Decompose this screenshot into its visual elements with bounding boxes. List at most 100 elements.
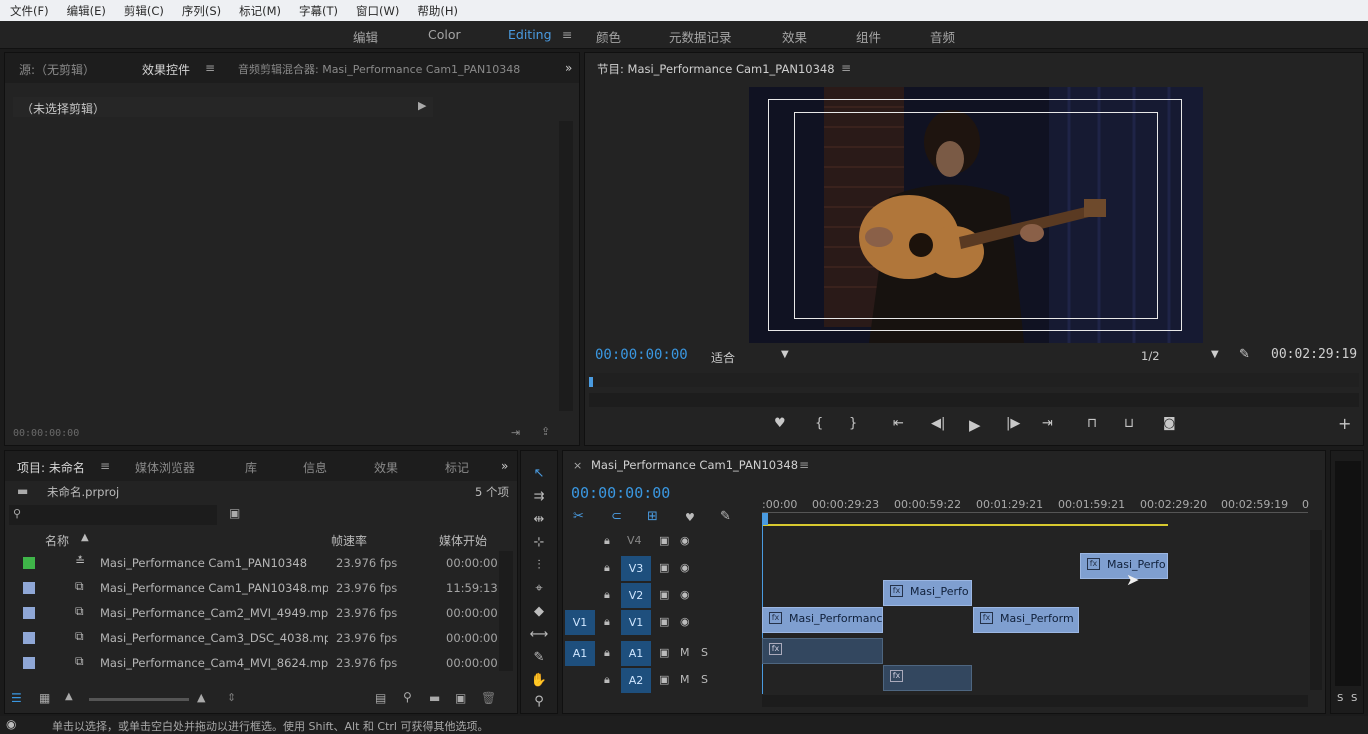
eye-icon[interactable]: ◉ <box>680 561 690 574</box>
tab-markers[interactable]: 标记 <box>445 459 469 476</box>
go-to-out-icon[interactable]: ⇥ <box>1042 416 1053 431</box>
workspace-effects[interactable]: 效果 <box>782 27 807 46</box>
extract-icon[interactable]: ⊔ <box>1124 416 1134 431</box>
program-playhead[interactable] <box>589 377 593 387</box>
tab-info[interactable]: 信息 <box>303 459 327 476</box>
menu-sequence[interactable]: 序列(S) <box>182 3 221 19</box>
timeline-hscroll[interactable] <box>762 695 1308 707</box>
ripple-edit-tool-icon[interactable]: ⇹ <box>528 512 550 532</box>
program-time-ruler[interactable] <box>589 373 1359 387</box>
project-item[interactable]: ⧉ Masi_Performance Cam1_PAN10348.mp4 23.… <box>5 576 499 601</box>
menu-marker[interactable]: 标记(M) <box>239 3 281 19</box>
mute-button[interactable]: M <box>680 673 690 686</box>
work-area-bar[interactable] <box>762 524 1168 526</box>
menu-edit[interactable]: 编辑(E) <box>67 3 106 19</box>
lock-icon[interactable]: 🔒︎ <box>604 646 610 660</box>
marker-icon[interactable]: ♥ <box>685 511 695 524</box>
program-menu-icon[interactable]: ≡ <box>841 61 851 75</box>
hand-tool-icon[interactable]: ✋ <box>528 673 550 693</box>
lock-icon[interactable]: 🔒︎ <box>604 588 610 602</box>
sort-icon[interactable]: ⇕ <box>227 691 236 704</box>
step-back-icon[interactable]: ◀| <box>931 416 945 431</box>
add-marker-timeline-icon[interactable]: ⊞ <box>647 509 658 524</box>
source-patch-a1[interactable]: A1 <box>565 641 595 666</box>
timeline-settings-icon[interactable]: ✎ <box>720 509 731 524</box>
slip-tool-icon[interactable]: ◆ <box>528 604 550 624</box>
video-clip-v1-a[interactable]: fx Masi_Performanc <box>762 607 883 633</box>
trash-icon[interactable]: 🗑 <box>481 691 496 705</box>
project-menu-icon[interactable]: ≡ <box>100 459 110 473</box>
tab-library[interactable]: 库 <box>245 459 257 476</box>
video-clip-v3[interactable]: fx Masi_Perfo <box>1080 553 1168 579</box>
zoom-in-icon[interactable]: ▲ <box>197 691 205 704</box>
step-forward-icon[interactable]: |▶ <box>1006 416 1020 431</box>
audio-clip-a1[interactable]: fx <box>762 638 883 664</box>
project-item[interactable]: ⧉ Masi_Performance_Cam3_DSC_4038.mp 23.9… <box>5 626 499 651</box>
zoom-tool-icon[interactable]: ⚲ <box>528 694 550 714</box>
pen-tool-icon[interactable]: ✎ <box>528 650 550 670</box>
sequence-menu-icon[interactable]: ≡ <box>799 458 809 472</box>
video-clip-v2[interactable]: fx Masi_Perfo <box>883 580 972 606</box>
export-icon[interactable]: ⇥ <box>511 426 520 439</box>
track-label[interactable]: V4 <box>627 534 642 547</box>
tab-effects[interactable]: 效果 <box>374 459 398 476</box>
sync-lock-icon[interactable]: ▣ <box>659 673 669 686</box>
automate-icon[interactable]: ▤ <box>375 691 386 705</box>
selection-tool-icon[interactable]: ↖ <box>528 466 550 486</box>
track-target-a1[interactable]: A1 <box>621 641 651 666</box>
workspace-color[interactable]: Color <box>428 27 461 42</box>
eye-icon[interactable]: ◉ <box>680 534 690 547</box>
sync-lock-icon[interactable]: ▣ <box>659 561 669 574</box>
source-patch-v1[interactable]: V1 <box>565 610 595 635</box>
new-bin-icon[interactable]: ▣ <box>229 506 240 520</box>
workspace-assembly[interactable]: 组件 <box>856 27 881 46</box>
track-target-v1[interactable]: V1 <box>621 610 651 635</box>
lock-icon[interactable]: 🔒︎ <box>604 534 610 548</box>
workspace-edit[interactable]: 编辑 <box>353 27 378 46</box>
lock-icon[interactable]: 🔒︎ <box>604 615 610 629</box>
track-target-v3[interactable]: V3 <box>621 556 651 581</box>
tab-project[interactable]: 项目: 未命名 <box>17 459 85 476</box>
list-view-icon[interactable]: ☰ <box>11 691 22 705</box>
menu-help[interactable]: 帮助(H) <box>417 3 458 19</box>
zoom-scrollbar[interactable] <box>589 393 1359 407</box>
scrollbar[interactable] <box>559 121 573 411</box>
rate-stretch-tool-icon[interactable]: ⫶ <box>528 558 550 578</box>
menu-window[interactable]: 窗口(W) <box>356 3 399 19</box>
rolling-edit-tool-icon[interactable]: ⊹ <box>528 535 550 555</box>
new-item-icon[interactable]: ▣ <box>455 691 466 705</box>
fit-select[interactable]: 适合 <box>711 349 735 366</box>
tab-audio-clip-mixer[interactable]: 音频剪辑混合器: Masi_Performance Cam1_PAN10348 <box>238 61 520 77</box>
workspace-editing[interactable]: Editing <box>508 27 552 42</box>
track-target-v2[interactable]: V2 <box>621 583 651 608</box>
razor-tool-icon[interactable]: ⌖ <box>528 581 550 601</box>
mark-in-icon[interactable]: { <box>815 416 823 431</box>
menu-file[interactable]: 文件(F) <box>10 3 49 19</box>
program-title[interactable]: 节目: Masi_Performance Cam1_PAN10348 <box>597 61 835 77</box>
project-item[interactable]: ⧉ Masi_Performance_Cam4_MVI_8624.mp 23.9… <box>5 651 499 671</box>
zoom-out-icon[interactable]: ▲ <box>65 691 73 702</box>
export-frame-icon[interactable]: ◙ <box>1163 416 1176 431</box>
project-scrollbar[interactable] <box>499 551 513 671</box>
sync-lock-icon[interactable]: ▣ <box>659 646 669 659</box>
solo-right-button[interactable]: S <box>1351 693 1357 704</box>
icon-view-icon[interactable]: ▦ <box>39 691 50 705</box>
timeline-vscroll[interactable] <box>1310 530 1322 690</box>
linked-selection-icon[interactable]: ⊂ <box>611 509 622 524</box>
tab-menu-icon[interactable]: ≡ <box>205 61 215 75</box>
add-button-icon[interactable]: + <box>1338 414 1351 433</box>
sort-asc-icon[interactable]: ▲ <box>81 532 89 543</box>
track-select-tool-icon[interactable]: ⇉ <box>528 489 550 509</box>
video-clip-v1-b[interactable]: fx Masi_Perform <box>973 607 1079 633</box>
program-timecode[interactable]: 00:00:00:00 <box>595 347 688 363</box>
workspace-color-cn[interactable]: 颜色 <box>596 27 621 46</box>
project-item[interactable]: ≛ Masi_Performance Cam1_PAN10348 23.976 … <box>5 551 499 576</box>
lock-icon[interactable]: 🔒︎ <box>604 561 610 575</box>
col-name[interactable]: 名称 <box>45 532 69 549</box>
tab-media-browser[interactable]: 媒体浏览器 <box>135 459 195 476</box>
tab-effect-controls[interactable]: 效果控件 <box>142 61 190 78</box>
project-tabs-overflow-icon[interactable]: » <box>501 459 508 473</box>
zoom-slider[interactable] <box>89 698 189 701</box>
audio-clip-a2[interactable]: fx <box>883 665 972 691</box>
eye-icon[interactable]: ◉ <box>680 615 690 628</box>
